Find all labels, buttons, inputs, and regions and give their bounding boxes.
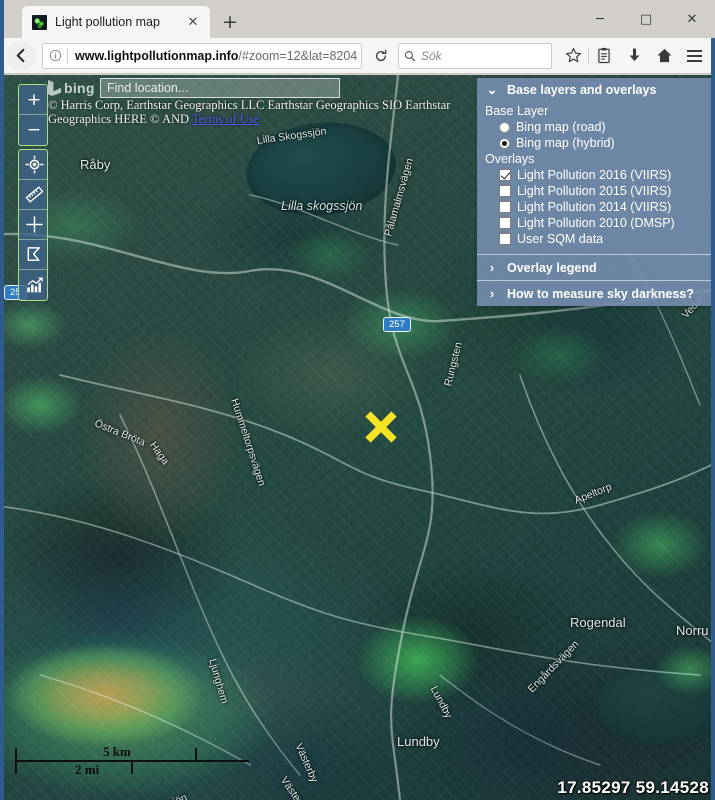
overlay-legend-section[interactable]: › Overlay legend	[477, 255, 715, 280]
search-bar[interactable]: Sök	[398, 43, 552, 69]
zoom-out-button[interactable]: −	[19, 115, 48, 145]
checkbox-lp-2015[interactable]	[499, 185, 511, 197]
highway-shield: 257	[383, 317, 411, 332]
scale-km-label: 5 km	[103, 744, 131, 760]
map-viewport[interactable]: RåbyLilla SkogssjönLilla skogssjönPålama…	[0, 75, 715, 800]
checkbox-lp-2010[interactable]	[499, 217, 511, 229]
site-info-icon[interactable]	[43, 44, 67, 68]
overlays-group-label: Overlays	[485, 152, 707, 166]
url-host: www.lightpollutionmap.info	[75, 49, 238, 63]
overlay-sqm-label: User SQM data	[517, 232, 603, 246]
chevron-down-icon: ⌄	[485, 82, 499, 98]
checkbox-user-sqm[interactable]	[499, 233, 511, 245]
url-bar[interactable]: www.lightpollutionmap.info/#zoom=12&lat=…	[42, 43, 362, 69]
map-attribution: © Harris Corp, Earthstar Geographics LLC…	[48, 98, 508, 126]
bing-logo-text: bing	[64, 80, 95, 96]
location-marker-x	[362, 408, 400, 446]
overlay-option-2016[interactable]: Light Pollution 2016 (VIIRS)	[485, 167, 707, 183]
library-icon[interactable]	[589, 42, 619, 70]
crosshair-icon[interactable]	[19, 210, 48, 240]
reload-button[interactable]	[368, 43, 394, 69]
panel-header[interactable]: ⌄ Base layers and overlays	[477, 78, 715, 103]
map-tool-controls	[18, 149, 48, 301]
map-zoom-controls: + −	[18, 84, 48, 146]
overlay-2010-label: Light Pollution 2010 (DMSP)	[517, 216, 675, 230]
home-icon[interactable]	[649, 42, 679, 70]
bing-b-icon	[48, 80, 61, 96]
panel-body: Base Layer Bing map (road) Bing map (hyb…	[477, 104, 715, 254]
overlay-2015-label: Light Pollution 2015 (VIIRS)	[517, 184, 671, 198]
base-layer-hybrid-label: Bing map (hybrid)	[516, 136, 615, 150]
bing-logo: bing	[48, 80, 95, 96]
base-layer-option-hybrid[interactable]: Bing map (hybrid)	[485, 135, 707, 151]
window-right-edge	[711, 38, 715, 800]
ruler-icon[interactable]	[19, 180, 48, 210]
checkbox-lp-2016[interactable]	[499, 169, 511, 181]
sky-darkness-label: How to measure sky darkness?	[507, 287, 694, 301]
base-layer-group-label: Base Layer	[485, 104, 707, 118]
toolbar-icons	[558, 42, 709, 70]
polygon-icon[interactable]	[19, 240, 48, 270]
panel-header-label: Base layers and overlays	[507, 83, 656, 97]
maximize-button[interactable]: □	[623, 4, 669, 34]
favicon	[32, 15, 47, 30]
overlay-option-sqm[interactable]: User SQM data	[485, 231, 707, 247]
chevron-right-icon-darkness: ›	[485, 286, 499, 301]
terms-of-use-link[interactable]: Terms of Use	[192, 112, 259, 126]
hamburger-lines	[687, 50, 702, 62]
chevron-right-icon-legend: ›	[485, 260, 499, 275]
scale-bar: 5 km 2 mi	[15, 744, 255, 778]
checkbox-lp-2014[interactable]	[499, 201, 511, 213]
url-path: /#zoom=12&lat=8204	[238, 49, 357, 63]
locate-icon[interactable]	[19, 150, 48, 180]
download-icon[interactable]	[619, 42, 649, 70]
overlay-legend-label: Overlay legend	[507, 261, 597, 275]
title-bar: Light pollution map ✕ + ─ □ ✕	[0, 0, 715, 38]
overlay-2016-label: Light Pollution 2016 (VIIRS)	[517, 168, 671, 182]
scale-tick-right	[195, 748, 197, 762]
back-button[interactable]	[6, 41, 36, 71]
url-text: www.lightpollutionmap.info/#zoom=12&lat=…	[68, 49, 357, 63]
find-location-input[interactable]: Find location...	[100, 78, 340, 98]
scale-tick-left	[15, 748, 17, 774]
base-layer-option-road[interactable]: Bing map (road)	[485, 119, 707, 135]
radio-road[interactable]	[499, 122, 510, 133]
zoom-in-button[interactable]: +	[19, 85, 48, 115]
radio-hybrid[interactable]	[499, 138, 510, 149]
tab-title: Light pollution map	[55, 15, 174, 29]
hamburger-menu-icon[interactable]	[679, 42, 709, 70]
overlay-option-2014[interactable]: Light Pollution 2014 (VIIRS)	[485, 199, 707, 215]
tab-strip: Light pollution map ✕ +	[22, 6, 244, 38]
star-icon[interactable]	[558, 42, 588, 70]
sky-darkness-section[interactable]: › How to measure sky darkness?	[477, 281, 715, 306]
back-arrow-icon	[14, 48, 29, 63]
search-input[interactable]: Sök	[421, 49, 442, 63]
overlay-option-2015[interactable]: Light Pollution 2015 (VIIRS)	[485, 183, 707, 199]
coordinates-readout: 17.85297 59.14528	[557, 778, 709, 798]
navigation-toolbar: www.lightpollutionmap.info/#zoom=12&lat=…	[0, 38, 715, 74]
minimize-button[interactable]: ─	[577, 4, 623, 34]
scale-tick-mid	[131, 760, 133, 774]
overlay-2014-label: Light Pollution 2014 (VIIRS)	[517, 200, 671, 214]
reload-icon	[374, 49, 388, 63]
scale-mi-label: 2 mi	[75, 762, 99, 778]
chart-icon[interactable]	[19, 270, 48, 300]
window-left-edge	[0, 0, 4, 800]
search-icon	[399, 50, 421, 62]
base-layers-panel: ⌄ Base layers and overlays Base Layer Bi…	[477, 78, 715, 306]
base-layer-road-label: Bing map (road)	[516, 120, 606, 134]
new-tab-button[interactable]: +	[216, 8, 244, 36]
close-window-button[interactable]: ✕	[669, 4, 715, 34]
browser-tab[interactable]: Light pollution map ✕	[22, 6, 210, 38]
window-controls: ─ □ ✕	[577, 0, 715, 38]
browser-window: Light pollution map ✕ + ─ □ ✕	[0, 0, 715, 800]
close-tab-icon[interactable]: ✕	[182, 11, 204, 33]
overlay-option-2010[interactable]: Light Pollution 2010 (DMSP)	[485, 215, 707, 231]
